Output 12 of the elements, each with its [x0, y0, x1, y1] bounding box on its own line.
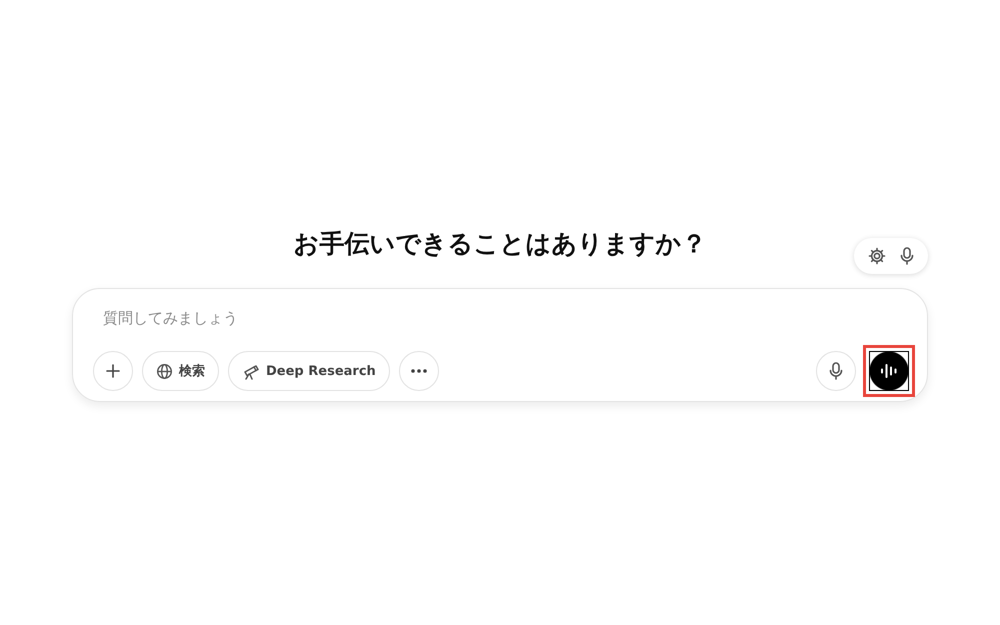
settings-icon	[868, 247, 886, 265]
search-button[interactable]: 検索	[142, 351, 219, 391]
more-icon	[410, 368, 428, 374]
globe-icon	[156, 362, 173, 380]
sound-wave-icon	[880, 363, 898, 379]
add-button[interactable]	[93, 351, 133, 391]
heading: お手伝いできることはありますか？	[294, 228, 706, 260]
plus-icon	[105, 363, 121, 379]
microphone-button[interactable]	[816, 351, 856, 391]
microphone-icon	[900, 247, 914, 265]
microphone-icon	[829, 362, 843, 380]
research-button[interactable]: Deep Research	[228, 351, 390, 391]
